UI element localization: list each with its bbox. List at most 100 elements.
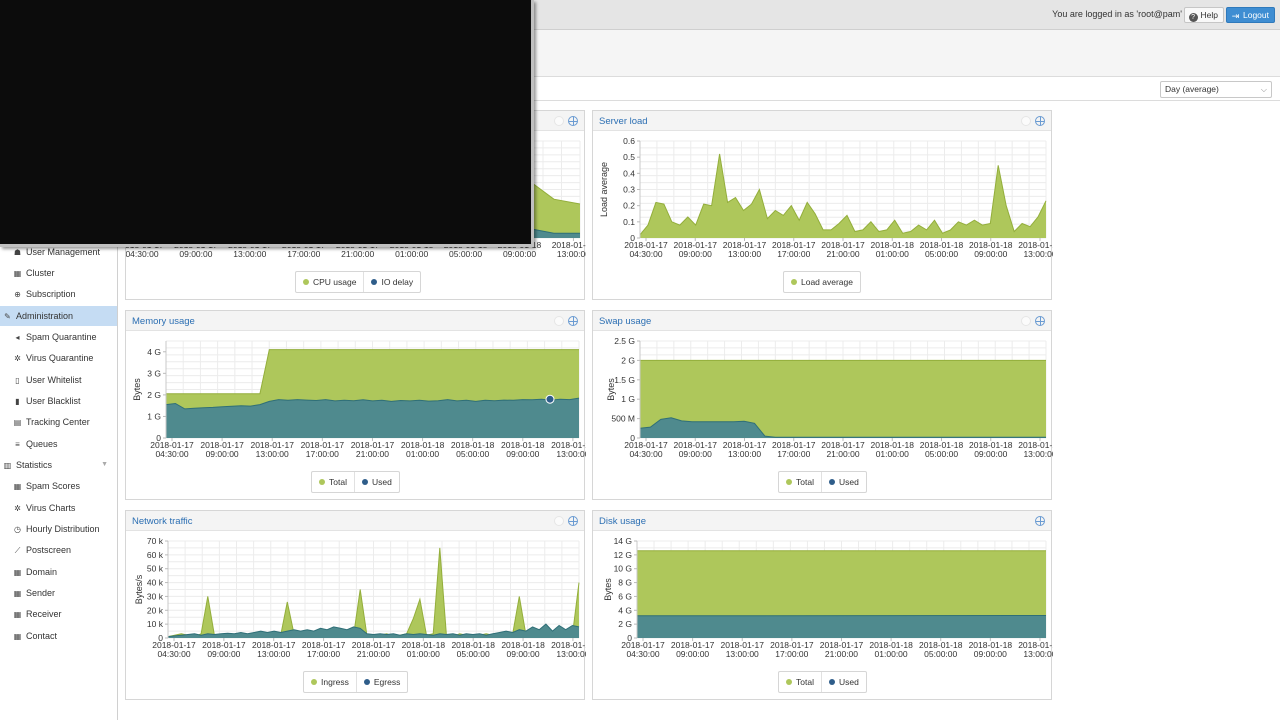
x-tick-time: 04:30:00: [155, 449, 188, 459]
sidebar-item-receiver[interactable]: ▦ Receiver: [0, 604, 117, 624]
legend-item-egress[interactable]: Egress: [355, 672, 407, 692]
legend-item-total[interactable]: Total: [312, 472, 354, 492]
x-tick-time: 17:00:00: [306, 449, 339, 459]
legend-label: Used: [838, 477, 859, 487]
logout-button[interactable]: ⇥ Logout: [1226, 7, 1275, 23]
y-axis-label: Bytes: [132, 378, 142, 401]
x-tick-time: 01:00:00: [876, 449, 909, 459]
logout-button-label: Logout: [1243, 10, 1269, 20]
panel-header: Memory usage: [126, 311, 584, 331]
terminal-window-overlay[interactable]: [0, 0, 534, 247]
x-tick-time: 13:00:00: [728, 249, 761, 259]
x-tick-time: 21:00:00: [341, 249, 374, 259]
hover-marker: [545, 394, 555, 404]
sidebar-item-queues[interactable]: ≡ Queues: [0, 434, 117, 454]
sidebar-item-label: Domain: [26, 567, 58, 577]
legend-item-total[interactable]: Total: [779, 672, 821, 692]
panel-tool-icon[interactable]: [554, 516, 564, 526]
crosshair-icon[interactable]: [1035, 316, 1045, 326]
legend-marker: [319, 479, 325, 485]
panel-tool-icon[interactable]: [1021, 116, 1031, 126]
legend-item-used[interactable]: Used: [353, 472, 399, 492]
sidebar-item-postscreen[interactable]: ⟋ Postscreen: [0, 540, 117, 560]
x-tick-time: 13:00:00: [556, 449, 586, 459]
sidebar-item-label: Receiver: [26, 609, 62, 619]
table-icon: ▦: [13, 482, 22, 491]
legend-item-cpu-usage[interactable]: CPU usage: [296, 272, 363, 292]
swap-chart-svg: 0500 M1 G1.5 G2 G2.5 GBytes2018-01-1704:…: [606, 336, 1053, 459]
crosshair-icon[interactable]: [1035, 516, 1045, 526]
help-button[interactable]: ? Help: [1183, 7, 1224, 23]
legend-marker: [791, 279, 797, 285]
sidebar-item-tracking-center[interactable]: ▤ Tracking Center: [0, 412, 117, 432]
x-tick-time: 17:00:00: [777, 449, 810, 459]
x-tick-time: 05:00:00: [457, 649, 490, 659]
timeframe-select[interactable]: Day (average) ⌵: [1160, 81, 1272, 98]
x-tick-time: 13:00:00: [1023, 249, 1053, 259]
sidebar-item-sender[interactable]: ▦ Sender: [0, 583, 117, 603]
x-tick-time: 09:00:00: [503, 249, 536, 259]
x-tick-time: 09:00:00: [679, 449, 712, 459]
legend-marker: [311, 679, 317, 685]
x-tick-time: 09:00:00: [679, 249, 712, 259]
sidebar-item-domain[interactable]: ▦ Domain: [0, 562, 117, 582]
legend-item-used[interactable]: Used: [820, 472, 866, 492]
x-tick-time: 04:30:00: [157, 649, 190, 659]
sidebar-item-virus-quarantine[interactable]: ✲ Virus Quarantine: [0, 348, 117, 368]
sidebar-item-administration[interactable]: ✎ Administration: [0, 306, 117, 326]
panel-header: Swap usage: [593, 311, 1051, 331]
bar-chart-icon: ▥: [3, 461, 12, 470]
sidebar-item-contact[interactable]: ▦ Contact: [0, 626, 117, 646]
x-tick-time: 09:00:00: [179, 249, 212, 259]
question-icon: ?: [1188, 13, 1198, 22]
map-icon: ▤: [13, 418, 22, 427]
sidebar-item-cluster[interactable]: ▦ Cluster: [0, 263, 117, 283]
legend-item-io-delay[interactable]: IO delay: [363, 272, 420, 292]
y-tick-label: 3 G: [147, 368, 161, 378]
swap-usage-chart: 0 500 M1 G 1.5 G2 G 2.5 G Bytes 2018-01-17 04:…: [593, 331, 1053, 461]
sidebar-item-user-whitelist[interactable]: ▯ User Whitelist: [0, 370, 117, 390]
sidebar-item-user-blacklist[interactable]: ▮ User Blacklist: [0, 391, 117, 411]
sidebar-item-virus-charts[interactable]: ✲ Virus Charts: [0, 498, 117, 518]
y-tick-label: 30 k: [147, 591, 164, 601]
x-tick-time: 17:00:00: [777, 249, 810, 259]
sidebar-item-spam-quarantine[interactable]: ◂ Spam Quarantine: [0, 327, 117, 347]
x-tick-time: 04:30:00: [126, 249, 159, 259]
legend-item-ingress[interactable]: Ingress: [304, 672, 356, 692]
crosshair-icon[interactable]: [568, 516, 578, 526]
x-tick-time: 01:00:00: [406, 449, 439, 459]
crosshair-icon[interactable]: [568, 316, 578, 326]
sidebar-item-label: Statistics: [16, 460, 53, 470]
y-tick-label: 12 G: [614, 550, 632, 560]
sign-out-icon: ⇥: [1231, 11, 1240, 21]
legend-item-total[interactable]: Total: [779, 472, 821, 492]
timeframe-select-value: Day (average): [1165, 84, 1219, 94]
x-tick-time: 09:00:00: [506, 449, 539, 459]
panel-title: Disk usage: [599, 516, 646, 527]
x-tick-time: 13:00:00: [233, 249, 266, 259]
legend-item-used[interactable]: Used: [820, 672, 866, 692]
crosshair-icon[interactable]: [568, 116, 578, 126]
help-button-label: Help: [1200, 10, 1218, 20]
sidebar-item-label: Postscreen: [26, 545, 72, 555]
chart-legend: CPU usage IO delay: [295, 271, 422, 293]
panel-tool-icon[interactable]: [554, 316, 564, 326]
legend-marker: [303, 279, 309, 285]
x-tick-time: 09:00:00: [207, 649, 240, 659]
legend-item-load-average[interactable]: Load average: [784, 272, 860, 292]
y-tick-label: 500 M: [611, 414, 635, 424]
chevron-down-icon: ⌵: [1260, 85, 1267, 94]
x-tick-time: 04:30:00: [629, 449, 662, 459]
legend-label: Used: [838, 677, 859, 687]
panel-tool-icon[interactable]: [554, 116, 564, 126]
sidebar-item-statistics[interactable]: ▥ Statistics ▼: [0, 455, 117, 475]
crosshair-icon[interactable]: [1035, 116, 1045, 126]
legend-marker: [371, 279, 378, 285]
panel-tool-icon[interactable]: [1021, 316, 1031, 326]
sidebar-item-spam-scores[interactable]: ▦ Spam Scores: [0, 476, 117, 496]
sidebar-item-hourly-distribution[interactable]: ◷ Hourly Distribution: [0, 519, 117, 539]
sidebar-item-subscription[interactable]: ⊕ Subscription: [0, 284, 117, 304]
panel-title: Memory usage: [132, 316, 195, 327]
file-solid-icon: ▮: [15, 397, 20, 406]
x-tick-time: 13:00:00: [256, 449, 289, 459]
